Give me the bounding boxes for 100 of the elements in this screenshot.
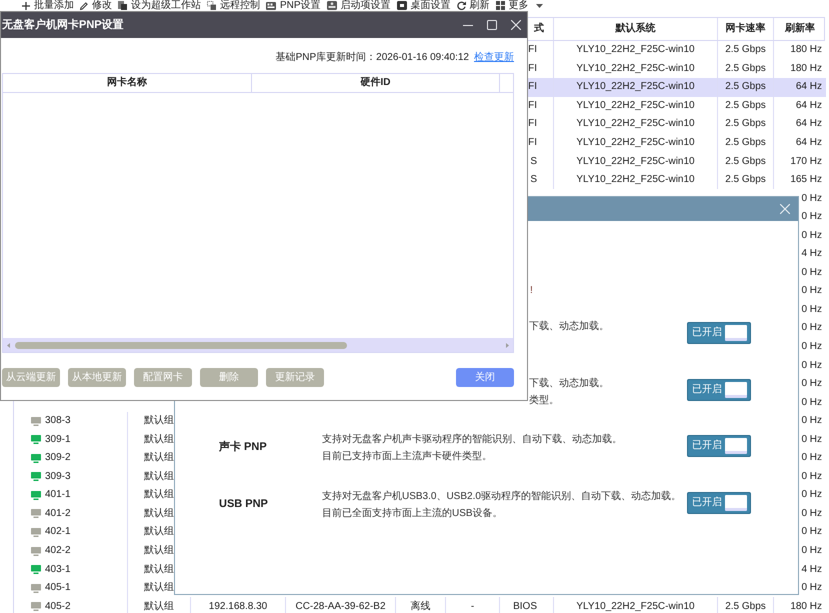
- table-cell: 0 Hz: [800, 189, 826, 208]
- table-cell: 0 Hz: [800, 578, 826, 598]
- toolbar-button[interactable]: PNP设置: [266, 0, 321, 11]
- toggle-switch[interactable]: 已开启: [687, 492, 751, 514]
- toolbar-button[interactable]: 远程控制: [207, 0, 260, 11]
- table-cell: 309-1: [45, 434, 71, 446]
- table-cell: 0 Hz: [800, 486, 826, 505]
- update-time-text: 基础PNP库更新时间：2026-01-16 09:40:12: [276, 52, 469, 64]
- toolbar-button[interactable]: 更多: [496, 0, 543, 11]
- feature-description: 类型。: [529, 394, 559, 406]
- column-header: 网卡速率: [718, 18, 774, 40]
- table-cell: 401-1: [45, 489, 71, 502]
- hard-drive-icon: [326, 1, 337, 10]
- table-cell: 0 Hz: [800, 504, 826, 524]
- feature-description: 下载、动态加载。: [529, 378, 609, 390]
- table-cell: 4 Hz: [800, 560, 826, 579]
- table-cell: YLY10_22H2_F25C-win10: [554, 78, 718, 97]
- maximize-button[interactable]: [486, 19, 498, 31]
- toggle-switch[interactable]: 已开启: [687, 322, 751, 344]
- toggle-switch[interactable]: 已开启: [687, 378, 751, 400]
- column-header: 默认系统: [554, 18, 718, 40]
- switch-knob: [725, 325, 747, 341]
- dotted-monitor-icon: [207, 1, 216, 10]
- toggle-switch[interactable]: 已开启: [687, 435, 751, 457]
- dialog-button[interactable]: 删除: [200, 368, 258, 387]
- toolbar-button[interactable]: 批量添加: [22, 0, 74, 11]
- table-cell: 0 Hz: [800, 208, 826, 226]
- right-arrow-icon: [506, 342, 509, 348]
- table-cell: 0 Hz: [800, 412, 826, 430]
- pencil-icon: [80, 2, 88, 10]
- table-cell: 402-1: [45, 526, 71, 538]
- table-cell: 405-1: [45, 582, 71, 594]
- table-cell: 0 Hz: [800, 542, 826, 560]
- table-cell: 64 Hz: [774, 78, 826, 97]
- feature-title: USB PNP: [219, 498, 268, 510]
- maximize-icon: [487, 20, 497, 30]
- table-cell: 0 Hz: [800, 393, 826, 412]
- table-cell: 0 Hz: [800, 338, 826, 356]
- table-cell: 0 Hz: [800, 374, 826, 394]
- notice-text: !: [530, 285, 533, 296]
- dialog-button[interactable]: 从云端更新: [2, 368, 60, 387]
- dialog-button[interactable]: 配置网卡: [134, 368, 192, 387]
- switch-knob: [725, 494, 747, 510]
- table-cell: 309-2: [45, 452, 71, 464]
- dialog-button[interactable]: 关闭: [456, 368, 514, 387]
- table-cell: 0 Hz: [800, 468, 826, 486]
- feature-description: 目前已支持市面上主流声卡硬件类型。: [322, 451, 492, 463]
- table-cell: 308-3: [45, 415, 71, 428]
- refresh-icon: [456, 1, 466, 10]
- plus-icon: [22, 2, 30, 10]
- table-cell: 0 Hz: [800, 430, 826, 450]
- table-cell: 4 Hz: [800, 245, 826, 264]
- table-cell: 0 Hz: [800, 282, 826, 301]
- table-cell: 0 Hz: [800, 523, 826, 542]
- table-cell: FI: [528, 115, 554, 134]
- check-update-link[interactable]: 检查更新: [474, 52, 514, 64]
- toolbar-button[interactable]: 修改: [80, 0, 112, 11]
- table-cell: 0 Hz: [800, 356, 826, 375]
- table-cell: 64 Hz: [774, 96, 826, 116]
- dialog-button[interactable]: 从本地更新: [68, 368, 126, 387]
- table-cell: 403-1: [45, 564, 71, 576]
- left-arrow-icon: [7, 342, 10, 348]
- table-cell: 0 Hz: [800, 319, 826, 338]
- dialog-button[interactable]: 更新记录: [266, 368, 324, 387]
- document-icon: [118, 1, 127, 10]
- column-header: 硬件ID: [252, 74, 500, 92]
- table-cell: S: [528, 152, 554, 171]
- feature-title: 声卡 PNP: [219, 441, 267, 453]
- switch-knob: [725, 382, 747, 398]
- column-header: 网卡名称: [3, 74, 252, 92]
- window-title: 无盘客户机网卡PNP设置: [2, 18, 124, 32]
- table-cell: 402-2: [45, 545, 71, 558]
- close-icon: [780, 204, 790, 214]
- grid-icon: [496, 1, 505, 10]
- minimize-icon: [463, 24, 473, 26]
- toolbar-button[interactable]: 设为超级工作站: [118, 0, 201, 11]
- table-cell: 401-2: [45, 508, 71, 520]
- toolbar-button[interactable]: 桌面设置: [396, 0, 451, 11]
- table-cell: YLY10_22H2_F25C-win10: [554, 96, 718, 116]
- feature-description: 支持对无盘客户机声卡驱动程序的智能识别、自动下载、动态加载。: [322, 434, 622, 446]
- table-cell: 2.5 Gbps: [718, 96, 774, 116]
- table-cell: 0 Hz: [800, 300, 826, 320]
- close-icon: [511, 20, 521, 30]
- feature-description: 下载、动态加载。: [529, 321, 609, 333]
- table-cell: S: [528, 170, 554, 190]
- switch-knob: [725, 438, 747, 454]
- close-button[interactable]: [510, 19, 522, 31]
- column-header: 刷新率: [784, 21, 816, 36]
- feature-description: 目前已全面支持市面上主流的USB设备。: [322, 508, 503, 520]
- table-cell: 0 Hz: [800, 449, 826, 468]
- feature-description: 支持对无盘客户机USB3.0、USB2.0驱动程序的智能识别、自动下载、动态加载。: [322, 490, 681, 502]
- horizontal-scrollbar[interactable]: [3, 338, 513, 352]
- table-cell: 0 Hz: [800, 226, 826, 246]
- table-cell: 2.5 Gbps: [718, 78, 774, 97]
- table-cell: FI: [528, 78, 554, 97]
- table-cell: 405-2: [45, 600, 71, 613]
- table-cell: FI: [528, 134, 554, 152]
- table-cell: 309-3: [45, 470, 71, 483]
- table-cell: FI: [528, 60, 554, 78]
- scrollbar-thumb[interactable]: [15, 342, 347, 348]
